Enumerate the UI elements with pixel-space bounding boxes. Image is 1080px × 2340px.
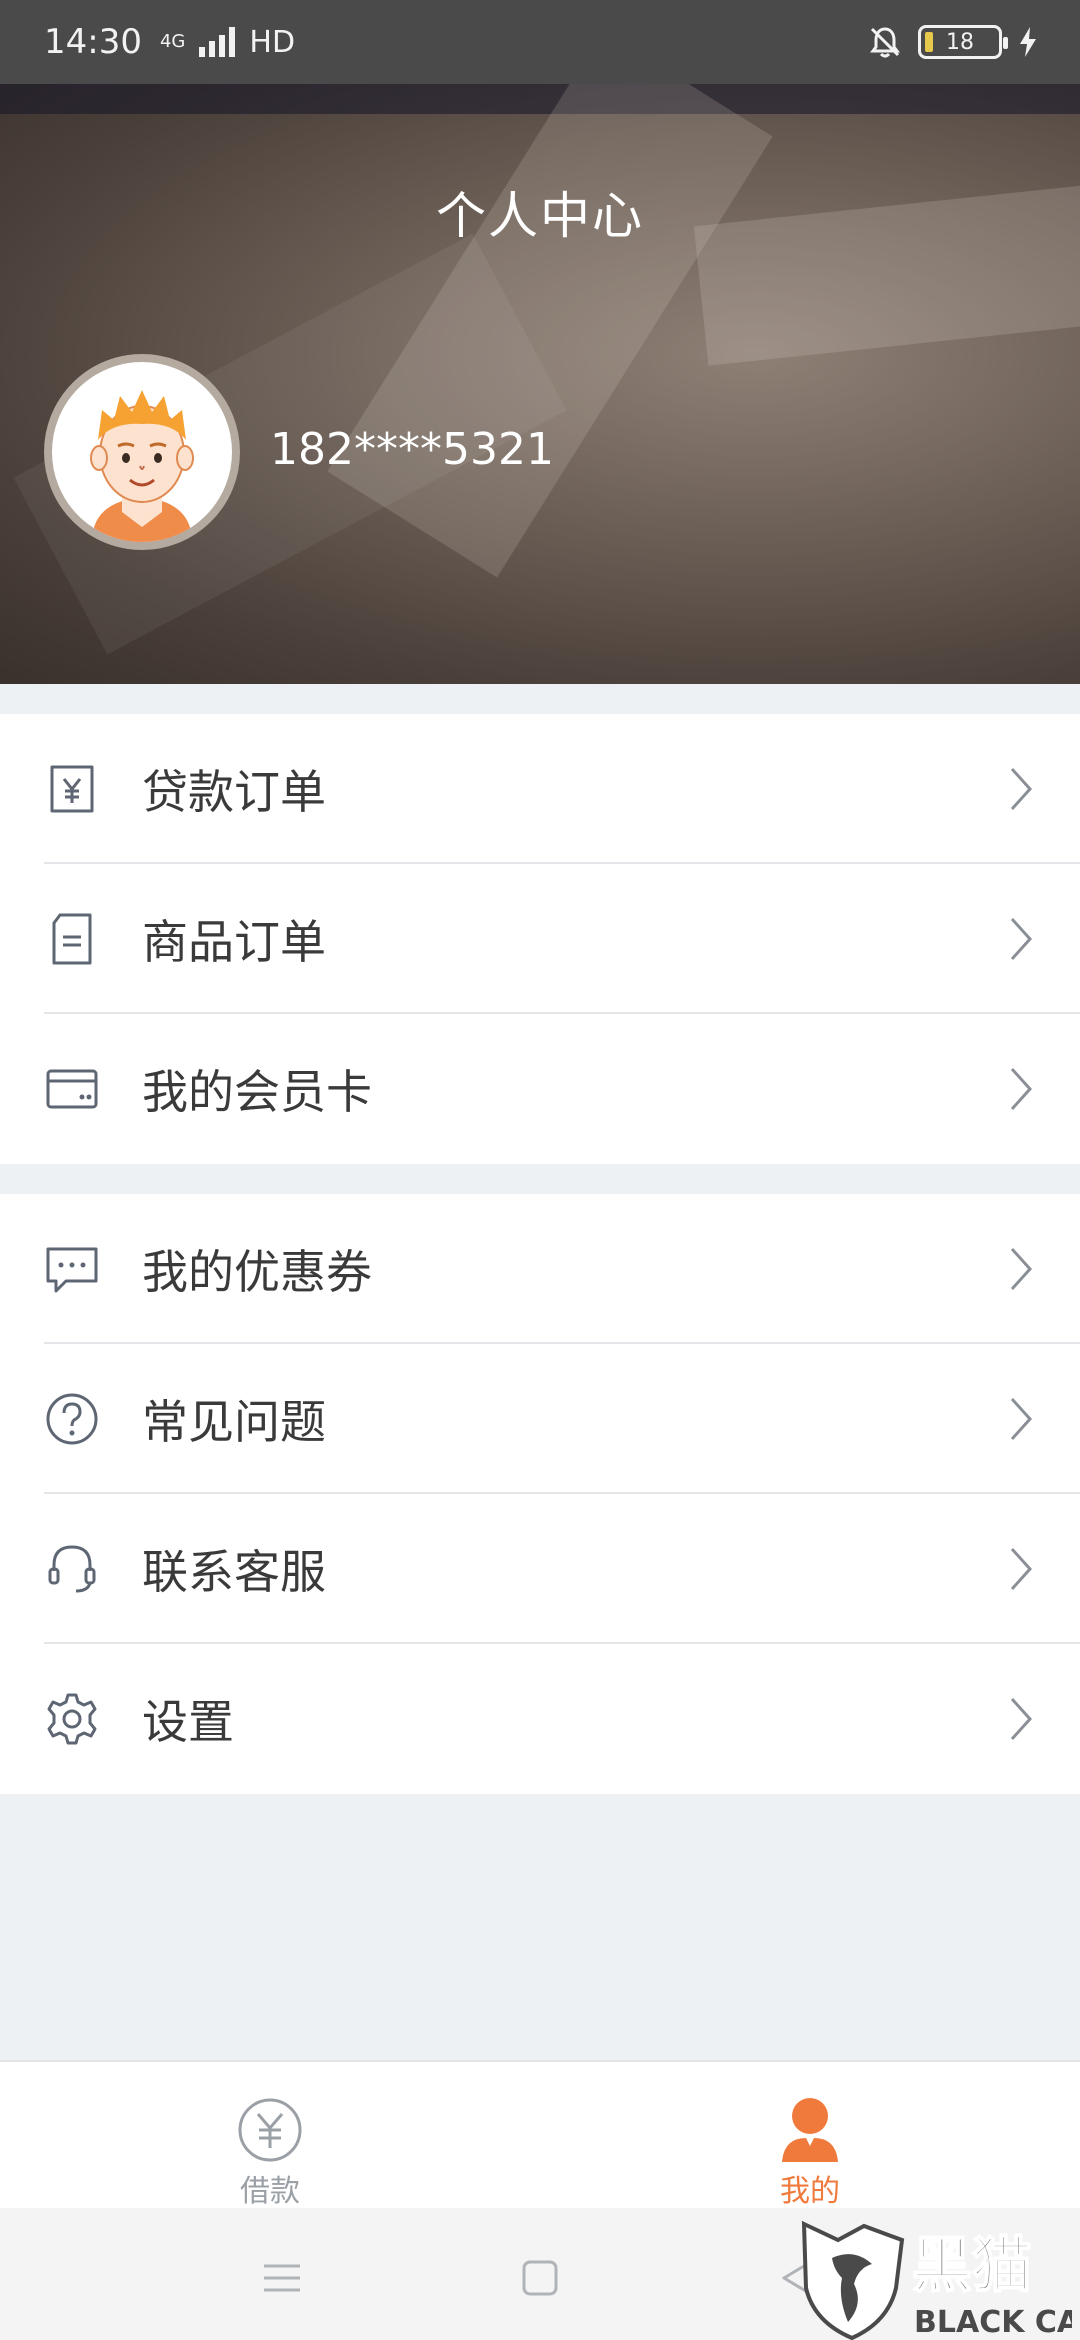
yuan-receipt-icon bbox=[50, 765, 94, 813]
menu-item-label: 设置 bbox=[142, 1695, 234, 1749]
menu-item-customer-service[interactable]: 联系客服 bbox=[0, 1494, 1080, 1644]
tab-label: 借款 bbox=[240, 2174, 300, 2209]
avatar[interactable] bbox=[44, 354, 240, 550]
network-type: 4G bbox=[159, 31, 186, 52]
charging-icon bbox=[1020, 27, 1036, 57]
profile-header: 个人中心 182****5321 bbox=[0, 84, 1080, 684]
avatar-illustration-icon bbox=[90, 390, 194, 542]
document-icon bbox=[52, 913, 92, 965]
page-title: 个人中心 bbox=[436, 187, 644, 245]
tab-label: 我的 bbox=[780, 2174, 840, 2209]
headset-icon bbox=[48, 1545, 96, 1593]
chevron-right-icon bbox=[1010, 1067, 1033, 1111]
chat-coupon-icon bbox=[46, 1247, 98, 1293]
menu-item-membership-card[interactable]: 我的会员卡 bbox=[0, 1014, 1080, 1164]
tab-borrow[interactable]: 借款 bbox=[0, 2062, 540, 2209]
chevron-right-icon bbox=[1010, 767, 1033, 811]
chevron-right-icon bbox=[1010, 1697, 1033, 1741]
network-indicator: 4G bbox=[160, 33, 185, 51]
yuan-circle-icon bbox=[238, 2098, 302, 2162]
chevron-right-icon bbox=[1010, 1247, 1033, 1291]
card-icon bbox=[46, 1069, 98, 1109]
chevron-right-icon bbox=[1010, 1547, 1033, 1591]
svg-text:黑猫: 黑猫 bbox=[912, 2231, 1032, 2301]
user-phone: 182****5321 bbox=[270, 424, 554, 475]
status-bar: 14:30 4G HD 18 bbox=[0, 0, 1080, 84]
svg-text:BLACK CAT: BLACK CAT bbox=[914, 2305, 1072, 2340]
signal-icon bbox=[199, 27, 236, 57]
chevron-right-icon bbox=[1010, 917, 1033, 961]
menu-item-label: 联系客服 bbox=[142, 1545, 326, 1599]
menu-item-label: 贷款订单 bbox=[142, 765, 326, 819]
menu-item-label: 商品订单 bbox=[142, 915, 326, 969]
menu-icon[interactable] bbox=[252, 2248, 312, 2308]
menu-item-settings[interactable]: 设置 bbox=[0, 1644, 1080, 1794]
battery-level: 18 bbox=[946, 29, 974, 55]
chevron-right-icon bbox=[1010, 1397, 1033, 1441]
person-icon bbox=[782, 2098, 838, 2162]
bottom-tab-bar: 借款 我的 bbox=[0, 2060, 1080, 2209]
status-time: 14:30 bbox=[44, 22, 142, 62]
menu-item-loan-orders[interactable]: 贷款订单 bbox=[0, 714, 1080, 864]
battery-icon: 18 bbox=[918, 25, 1008, 59]
menu-item-label: 常见问题 bbox=[142, 1395, 326, 1449]
tab-mine[interactable]: 我的 bbox=[540, 2062, 1080, 2209]
question-icon bbox=[46, 1393, 98, 1445]
menu-item-product-orders[interactable]: 商品订单 bbox=[0, 864, 1080, 1014]
home-icon[interactable] bbox=[510, 2248, 570, 2308]
gear-icon bbox=[47, 1693, 97, 1745]
menu-item-faq[interactable]: 常见问题 bbox=[0, 1344, 1080, 1494]
menu-item-label: 我的优惠券 bbox=[142, 1245, 372, 1299]
menu-group-orders: 贷款订单 商品订单 我的会员卡 bbox=[0, 714, 1080, 1164]
hd-indicator: HD bbox=[249, 24, 296, 60]
menu-item-label: 我的会员卡 bbox=[142, 1065, 372, 1119]
black-cat-watermark-logo: 黑猫 BLACK CAT bbox=[801, 2220, 1072, 2340]
menu-item-coupons[interactable]: 我的优惠券 bbox=[0, 1194, 1080, 1344]
menu-group-services: 我的优惠券 常见问题 联系客服 设置 bbox=[0, 1194, 1080, 1794]
mute-bell-icon bbox=[870, 27, 900, 58]
